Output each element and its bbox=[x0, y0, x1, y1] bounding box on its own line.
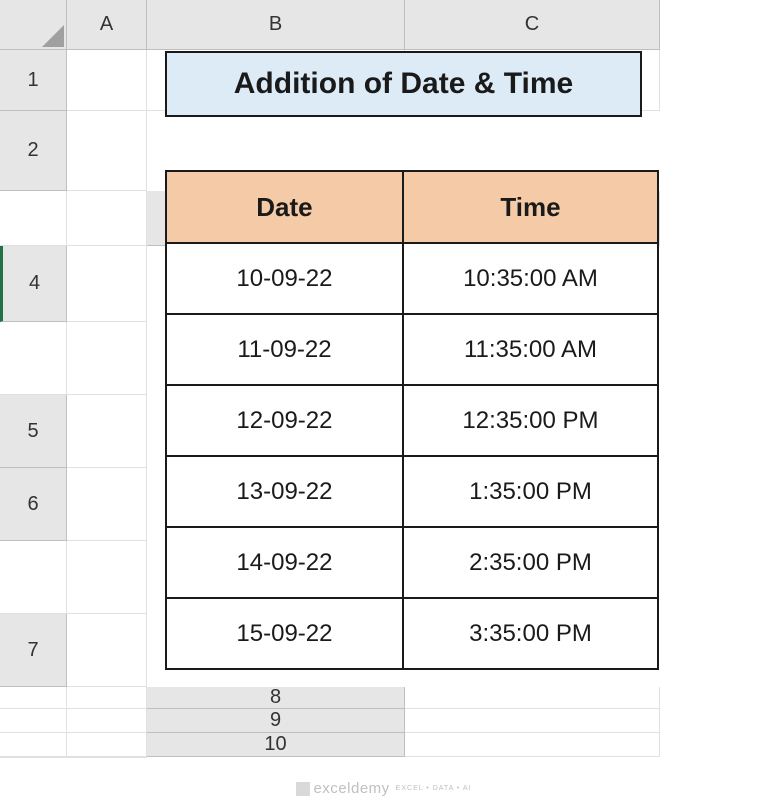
cell-c2[interactable] bbox=[67, 191, 147, 246]
cell-date[interactable]: 14-09-22 bbox=[166, 527, 403, 598]
watermark-icon bbox=[295, 782, 309, 796]
cell-a5[interactable] bbox=[67, 395, 147, 468]
th-date[interactable]: Date bbox=[166, 171, 403, 243]
row-header-8[interactable]: 8 bbox=[147, 687, 405, 709]
row-header-10[interactable]: 10 bbox=[147, 733, 405, 757]
watermark-sub: EXCEL • DATA • AI bbox=[396, 785, 472, 792]
spreadsheet-grid: A B C 1 2 3 Addition of Date & Time 4 5 … bbox=[0, 0, 767, 758]
cell-a4[interactable] bbox=[67, 246, 147, 322]
cell-c7[interactable] bbox=[67, 687, 147, 709]
cell-date[interactable]: 11-09-22 bbox=[166, 314, 403, 385]
cell-time[interactable]: 2:35:00 PM bbox=[403, 527, 658, 598]
row-header-6[interactable]: 6 bbox=[0, 468, 67, 541]
col-header-c[interactable]: C bbox=[405, 0, 660, 50]
cell-time[interactable]: 11:35:00 AM bbox=[403, 314, 658, 385]
cell-c4[interactable] bbox=[67, 322, 147, 395]
cell-a6[interactable] bbox=[67, 468, 147, 541]
cell-date[interactable]: 12-09-22 bbox=[166, 385, 403, 456]
table-row: 11-09-22 11:35:00 AM bbox=[166, 314, 658, 385]
table-row: 12-09-22 12:35:00 PM bbox=[166, 385, 658, 456]
cell-c8[interactable] bbox=[67, 709, 147, 733]
table-row: 10-09-22 10:35:00 AM bbox=[166, 243, 658, 314]
row-header-4[interactable]: 4 bbox=[0, 246, 67, 322]
cell-time[interactable]: 1:35:00 PM bbox=[403, 456, 658, 527]
cell-time[interactable]: 12:35:00 PM bbox=[403, 385, 658, 456]
cell-a8[interactable] bbox=[405, 687, 660, 709]
table-row: 15-09-22 3:35:00 PM bbox=[166, 598, 658, 669]
row-header-9[interactable]: 9 bbox=[147, 709, 405, 733]
cell-b6[interactable] bbox=[0, 541, 67, 614]
cell-time[interactable]: 3:35:00 PM bbox=[403, 598, 658, 669]
cell-date[interactable]: 13-09-22 bbox=[166, 456, 403, 527]
table-header-row: Date Time bbox=[166, 171, 658, 243]
cell-b4[interactable] bbox=[0, 322, 67, 395]
cell-a10[interactable] bbox=[405, 733, 660, 757]
cell-a2[interactable] bbox=[67, 111, 147, 191]
cell-b8[interactable] bbox=[0, 709, 67, 733]
watermark: exceldemy EXCEL • DATA • AI bbox=[295, 780, 471, 797]
cell-c10[interactable] bbox=[67, 757, 147, 758]
cell-c6[interactable] bbox=[67, 541, 147, 614]
cell-b10[interactable] bbox=[0, 757, 67, 758]
cell-a1[interactable] bbox=[67, 50, 147, 111]
cell-date[interactable]: 10-09-22 bbox=[166, 243, 403, 314]
row-header-2[interactable]: 2 bbox=[0, 111, 67, 191]
cell-c9[interactable] bbox=[67, 733, 147, 757]
th-time[interactable]: Time bbox=[403, 171, 658, 243]
select-all-corner[interactable] bbox=[0, 0, 67, 50]
cell-a7[interactable] bbox=[67, 614, 147, 687]
row-header-1[interactable]: 1 bbox=[0, 50, 67, 111]
cell-date[interactable]: 15-09-22 bbox=[166, 598, 403, 669]
watermark-text: exceldemy bbox=[313, 780, 389, 797]
table-row: 14-09-22 2:35:00 PM bbox=[166, 527, 658, 598]
row-header-7[interactable]: 7 bbox=[0, 614, 67, 687]
col-header-a[interactable]: A bbox=[67, 0, 147, 50]
cell-a9[interactable] bbox=[405, 709, 660, 733]
title-box[interactable]: Addition of Date & Time bbox=[165, 51, 642, 117]
row-header-5[interactable]: 5 bbox=[0, 395, 67, 468]
col-header-b[interactable]: B bbox=[147, 0, 405, 50]
cell-b9[interactable] bbox=[0, 733, 67, 757]
table-row: 13-09-22 1:35:00 PM bbox=[166, 456, 658, 527]
table-area: Date Time 10-09-22 10:35:00 AM 11-09-22 … bbox=[147, 246, 660, 687]
cell-time[interactable]: 10:35:00 AM bbox=[403, 243, 658, 314]
cell-b7[interactable] bbox=[0, 687, 67, 709]
data-table: Date Time 10-09-22 10:35:00 AM 11-09-22 … bbox=[165, 170, 659, 670]
cell-b2[interactable] bbox=[0, 191, 67, 246]
